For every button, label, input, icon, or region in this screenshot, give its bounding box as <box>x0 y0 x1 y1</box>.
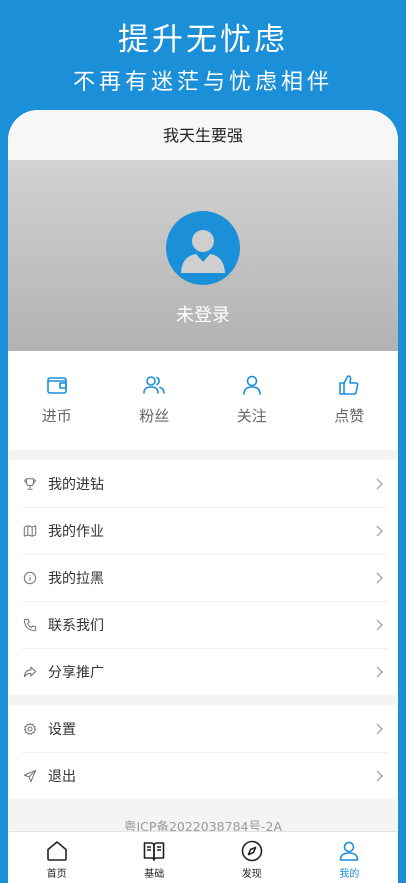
tab-basics[interactable]: 基础 <box>106 832 204 883</box>
tab-home[interactable]: 首页 <box>8 832 106 883</box>
chevron-right-icon <box>376 477 384 490</box>
menu-item-label: 设置 <box>48 721 76 738</box>
wallet-icon <box>46 377 67 394</box>
users-icon <box>143 376 166 394</box>
gear-icon <box>23 722 37 735</box>
menu-item-label: 我的作业 <box>48 523 104 540</box>
tab-mine[interactable]: 我的 <box>301 832 399 883</box>
menu-item-share[interactable]: 分享推广 <box>8 648 398 695</box>
menu-item-label: 我的进钻 <box>48 476 104 493</box>
menu-item-logout[interactable]: 退出 <box>8 752 398 799</box>
chevron-right-icon <box>376 665 384 678</box>
chevron-right-icon <box>376 571 384 584</box>
stat-coins[interactable]: 进币 <box>8 351 106 450</box>
tab-label: 基础 <box>144 869 165 880</box>
share-icon <box>23 666 37 677</box>
menu-item-label: 分享推广 <box>48 664 104 681</box>
user-icon <box>339 841 359 861</box>
main-menu: 我的进钻 我的作业 我的拉黑 联系我们 分享推广 <box>8 460 398 695</box>
profile-header: 未登录 <box>8 160 398 351</box>
map-icon <box>23 524 37 537</box>
settings-menu: 设置 退出 <box>8 705 398 799</box>
nav-bar: 我天生要强 <box>8 110 398 160</box>
menu-item-blocked[interactable]: 我的拉黑 <box>8 554 398 601</box>
stat-following[interactable]: 关注 <box>203 351 301 450</box>
home-icon <box>46 841 67 861</box>
menu-item-label: 退出 <box>48 768 76 785</box>
stat-label: 粉丝 <box>139 407 170 425</box>
promo-title: 提升无忧虑 <box>118 22 288 58</box>
promo-subtitle: 不再有迷茫与忧虑相伴 <box>72 70 333 95</box>
default-avatar-icon <box>181 230 225 273</box>
chevron-right-icon <box>376 524 384 537</box>
stat-label: 关注 <box>236 407 267 425</box>
avatar[interactable] <box>166 211 240 285</box>
user-icon <box>242 375 261 395</box>
menu-item-settings[interactable]: 设置 <box>8 705 398 752</box>
login-status[interactable]: 未登录 <box>8 301 398 327</box>
menu-item-label: 联系我们 <box>48 617 104 634</box>
thumbs-up-icon <box>339 375 359 395</box>
tab-label: 首页 <box>46 869 67 880</box>
stats-bar: 进币 粉丝 关注 点赞 <box>8 351 398 450</box>
tab-label: 发现 <box>241 869 262 880</box>
phone-screen: 我天生要强 未登录 进币 粉丝 关注 点赞 我的进钻 我的作业 我的拉黑 联系我… <box>8 110 398 883</box>
chevron-right-icon <box>376 618 384 631</box>
page-title: 我天生要强 <box>162 126 243 145</box>
tab-bar: 首页 基础 发现 我的 <box>8 831 398 883</box>
book-icon <box>143 842 165 861</box>
info-icon <box>23 571 37 584</box>
stat-likes[interactable]: 点赞 <box>301 351 399 450</box>
stat-label: 进币 <box>41 407 72 425</box>
menu-item-homework[interactable]: 我的作业 <box>8 507 398 554</box>
menu-item-contact[interactable]: 联系我们 <box>8 601 398 648</box>
menu-item-diamonds[interactable]: 我的进钻 <box>8 460 398 507</box>
send-icon <box>23 769 37 782</box>
tab-discover[interactable]: 发现 <box>203 832 301 883</box>
trophy-icon <box>24 477 36 490</box>
phone-icon <box>23 618 37 631</box>
menu-item-label: 我的拉黑 <box>48 570 104 587</box>
chevron-right-icon <box>376 722 384 735</box>
chevron-right-icon <box>376 769 384 782</box>
compass-icon <box>241 840 263 862</box>
stat-label: 点赞 <box>334 407 365 425</box>
tab-label: 我的 <box>339 869 360 880</box>
stat-fans[interactable]: 粉丝 <box>106 351 204 450</box>
